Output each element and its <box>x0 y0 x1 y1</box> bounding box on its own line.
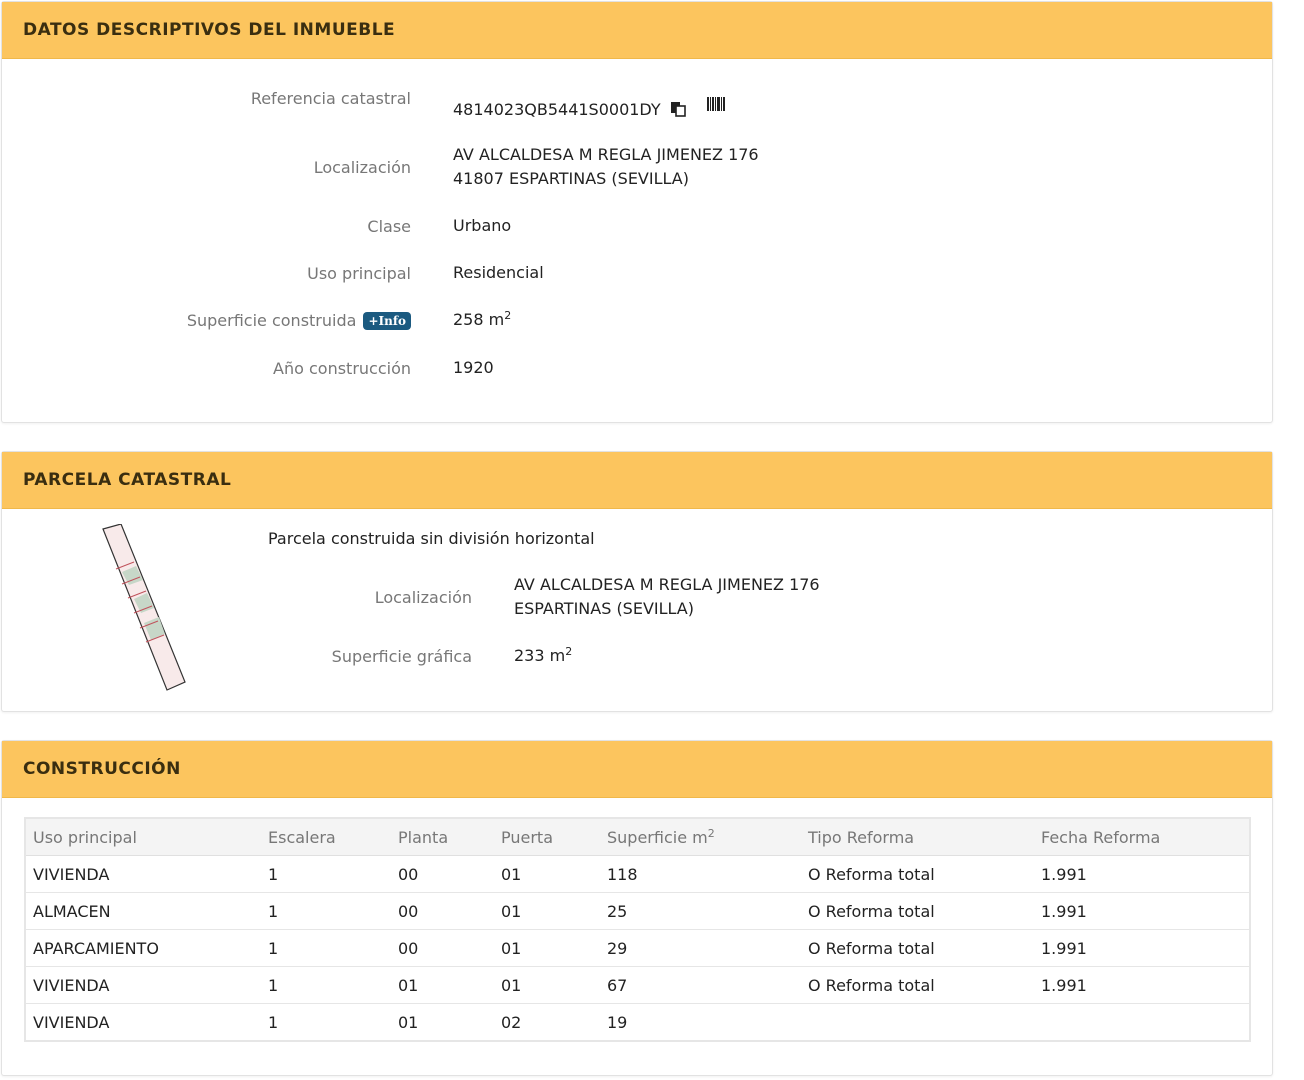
parcela-localizacion-line2: ESPARTINAS (SEVILLA) <box>514 599 694 618</box>
col-tipo-reforma: Tipo Reforma <box>801 819 1034 856</box>
construccion-panel: CONSTRUCCIÓN Uso principal Escalera Plan… <box>1 740 1273 1076</box>
cell-uso: VIVIENDA <box>26 855 261 893</box>
cell-planta: 01 <box>398 1012 419 1032</box>
superficie-grafica-label: Superficie gráfica <box>331 647 472 666</box>
cell-puerta: 02 <box>501 1012 522 1032</box>
localizacion-label: Localización <box>313 158 411 177</box>
cell-superficie: 25 <box>600 892 801 930</box>
referencia-label: Referencia catastral <box>250 89 411 108</box>
cell-superficie: 19 <box>607 1012 628 1032</box>
cell-superficie: 29 <box>600 929 801 967</box>
localizacion-line1: AV ALCALDESA M REGLA JIMENEZ 176 <box>453 145 759 164</box>
referencia-value: 4814023QB5441S0001DY <box>453 94 727 122</box>
superficie-construida-label: Superficie construida +Info <box>187 311 411 331</box>
cell-planta: 01 <box>391 966 494 1004</box>
superficie-construida-value: 258 m2 <box>453 308 511 332</box>
superficie-grafica-exp: 2 <box>565 645 573 658</box>
uso-principal-value: Residencial <box>453 263 544 282</box>
cell-planta: 00 <box>391 929 494 967</box>
anio-construccion-label: Año construcción <box>273 359 411 378</box>
table-header-row: Uso principal Escalera Planta Puerta Sup… <box>26 819 1249 856</box>
cell-fecha-reforma: 1.991 <box>1034 855 1249 893</box>
cell-fecha-reforma: 1.991 <box>1034 929 1249 967</box>
cell-uso: APARCAMIENTO <box>26 929 261 967</box>
parcela-localizacion-line1: AV ALCALDESA M REGLA JIMENEZ 176 <box>514 575 820 594</box>
col-fecha-reforma: Fecha Reforma <box>1034 819 1249 856</box>
cell-tipo-reforma: O Reforma total <box>801 892 1034 930</box>
cell-puerta: 01 <box>494 855 600 893</box>
col-planta: Planta <box>391 819 494 856</box>
parcela-descripcion: Parcela construida sin división horizont… <box>268 529 595 548</box>
cell-puerta: 01 <box>494 892 600 930</box>
cell-puerta: 01 <box>494 966 600 1004</box>
cell-fecha-reforma: 1.991 <box>1034 892 1249 930</box>
construccion-header: CONSTRUCCIÓN <box>2 741 1272 798</box>
uso-principal-label: Uso principal <box>307 264 411 283</box>
localizacion-value: AV ALCALDESA M REGLA JIMENEZ 176 41807 E… <box>453 143 759 191</box>
cell-uso: VIVIENDA <box>26 966 261 1004</box>
parcela-catastral-header: PARCELA CATASTRAL <box>2 452 1272 509</box>
referencia-text: 4814023QB5441S0001DY <box>453 100 661 119</box>
datos-descriptivos-header: DATOS DESCRIPTIVOS DEL INMUEBLE <box>2 2 1272 59</box>
cell-tipo-reforma: O Reforma total <box>801 929 1034 967</box>
table-row: ALMACEN 1 00 01 25 O Reforma total 1.991 <box>26 892 1249 930</box>
cell-uso: ALMACEN <box>26 892 261 930</box>
cell-puerta: 01 <box>494 929 600 967</box>
parcela-localizacion-value: AV ALCALDESA M REGLA JIMENEZ 176 ESPARTI… <box>514 573 820 621</box>
cell-planta: 00 <box>391 855 494 893</box>
datos-descriptivos-panel: DATOS DESCRIPTIVOS DEL INMUEBLE Referenc… <box>1 1 1273 423</box>
col-uso-principal: Uso principal <box>26 819 261 856</box>
table-row: VIVIENDA 1 01 02 19 <box>26 1004 1249 1041</box>
localizacion-line2: 41807 ESPARTINAS (SEVILLA) <box>453 169 689 188</box>
col-superficie-exp: 2 <box>707 826 715 840</box>
table-row: VIVIENDA 1 00 01 118 O Reforma total 1.9… <box>26 855 1249 893</box>
cell-escalera: 1 <box>261 892 391 930</box>
cell-fecha-reforma: 1.991 <box>1034 966 1249 1004</box>
superficie-construida-text: Superficie construida <box>186 311 357 330</box>
construccion-table-wrapper: Uso principal Escalera Planta Puerta Sup… <box>24 817 1251 1042</box>
parcel-map-image[interactable] <box>97 523 197 694</box>
clase-value: Urbano <box>453 216 512 235</box>
construccion-table: Uso principal Escalera Planta Puerta Sup… <box>26 819 1249 1040</box>
parcela-localizacion-label: Localización <box>374 588 472 607</box>
col-superficie-text: Superficie m <box>607 827 708 847</box>
superficie-grafica-number: 233 m <box>514 646 566 665</box>
superficie-construida-number: 258 m <box>453 310 505 329</box>
cell-superficie: 118 <box>600 855 801 893</box>
cell-escalera: 1 <box>261 929 391 967</box>
cell-escalera: 1 <box>268 1012 279 1032</box>
cell-escalera: 1 <box>261 855 391 893</box>
table-row: APARCAMIENTO 1 00 01 29 O Reforma total … <box>26 929 1249 967</box>
col-superficie: Superficie m2 <box>600 819 801 856</box>
cell-planta: 00 <box>391 892 494 930</box>
anio-construccion-value: 1920 <box>453 358 494 377</box>
cell-tipo-reforma: O Reforma total <box>801 966 1034 1004</box>
barcode-icon[interactable] <box>706 94 727 111</box>
cell-fecha-reforma <box>1034 1004 1249 1041</box>
info-button[interactable]: +Info <box>363 312 411 330</box>
parcela-catastral-panel: PARCELA CATASTRAL Parcela construida sin… <box>1 451 1273 712</box>
cell-escalera: 1 <box>261 966 391 1004</box>
col-puerta: Puerta <box>494 819 600 856</box>
cell-uso: VIVIENDA <box>33 1012 110 1032</box>
cell-superficie: 67 <box>600 966 801 1004</box>
copy-icon[interactable] <box>670 100 686 117</box>
superficie-grafica-value: 233 m2 <box>514 644 572 668</box>
cell-tipo-reforma <box>801 1004 1034 1041</box>
clase-label: Clase <box>367 217 411 236</box>
cell-tipo-reforma: O Reforma total <box>801 855 1034 893</box>
superficie-construida-exp: 2 <box>504 309 512 322</box>
col-escalera: Escalera <box>261 819 391 856</box>
table-row: VIVIENDA 1 01 01 67 O Reforma total 1.99… <box>26 966 1249 1004</box>
